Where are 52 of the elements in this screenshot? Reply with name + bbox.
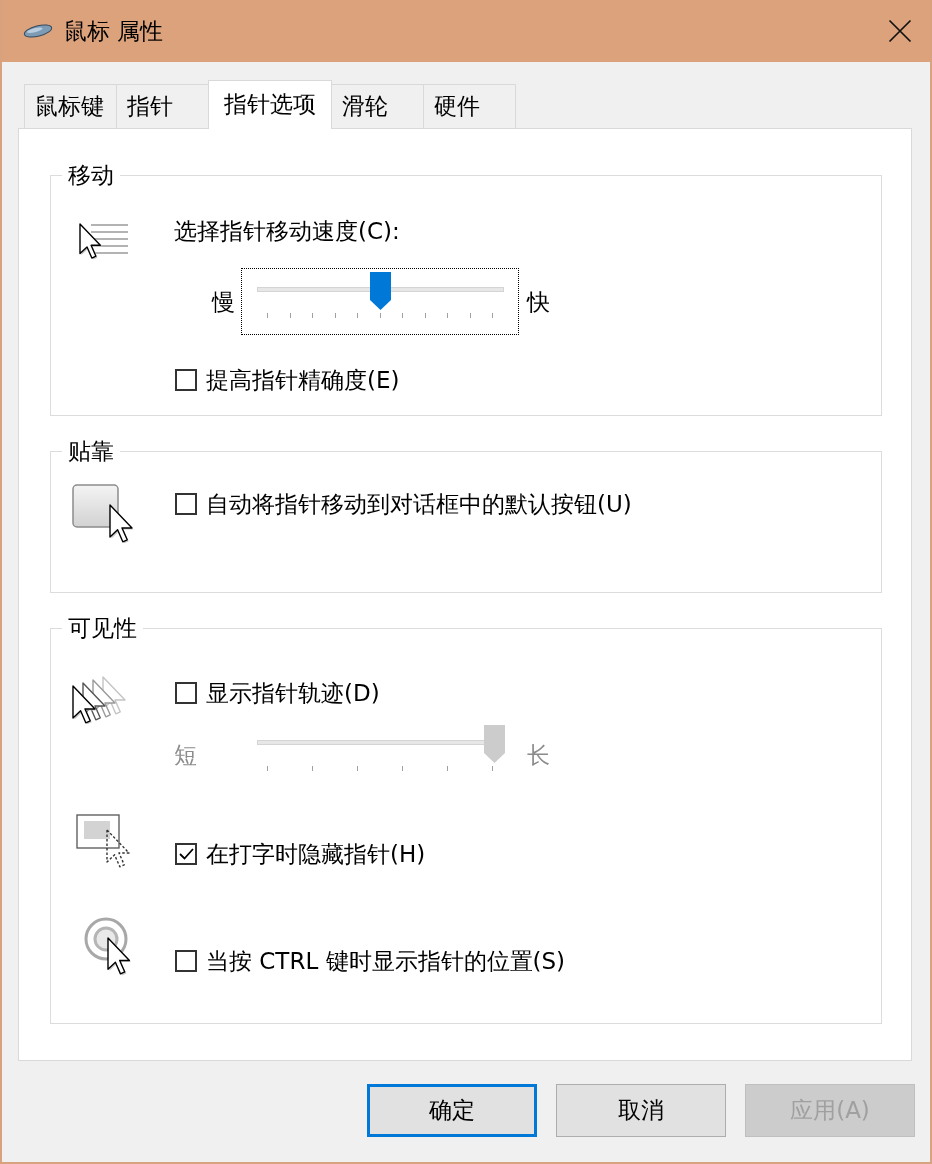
ok-button[interactable]: 确定	[367, 1084, 537, 1137]
slider-min-label: 慢	[212, 288, 235, 315]
checkmark-icon	[178, 848, 194, 860]
window-title: 鼠标 属性	[64, 16, 164, 46]
close-icon	[888, 19, 912, 43]
tick-mark	[357, 766, 358, 771]
tick-mark	[447, 766, 448, 771]
tick-mark	[357, 313, 358, 318]
group-title: 贴靠	[67, 438, 115, 464]
checkbox-label[interactable]: 提高指针精确度(E)	[206, 367, 400, 393]
slider-min-label: 短	[174, 741, 197, 768]
tick-mark	[424, 313, 426, 318]
checkbox[interactable]	[175, 369, 197, 391]
slider-caption: 选择指针移动速度(C):	[174, 218, 400, 244]
tick-mark	[289, 313, 291, 318]
tick-mark	[402, 766, 403, 771]
tick-mark	[492, 313, 493, 318]
tick-mark	[334, 313, 336, 318]
checkbox[interactable]	[175, 682, 197, 704]
checkbox-label[interactable]: 在打字时隐藏指针(H)	[206, 841, 426, 867]
tick-mark	[402, 313, 403, 318]
tick-mark	[267, 766, 268, 771]
checkbox[interactable]	[175, 843, 197, 865]
fast-cursor-icon	[78, 222, 130, 262]
mouse-icon	[22, 23, 54, 39]
slider[interactable]	[257, 272, 504, 310]
slider-thumb[interactable]	[370, 272, 391, 310]
checkbox[interactable]	[175, 950, 197, 972]
tick-mark	[267, 313, 268, 318]
button-cursor-icon	[72, 484, 135, 545]
tick-mark	[312, 313, 313, 318]
tick-mark	[312, 766, 313, 771]
tab[interactable]: 指针选项	[208, 80, 332, 129]
cancel-button[interactable]: 取消	[556, 1084, 726, 1137]
hidden-cursor-icon	[76, 814, 131, 869]
close-button[interactable]	[888, 19, 912, 43]
tick-mark	[469, 313, 471, 318]
slider[interactable]	[257, 725, 504, 763]
checkbox-label[interactable]: 当按 CTRL 键时显示指针的位置(S)	[206, 948, 566, 974]
checkbox[interactable]	[175, 493, 197, 515]
slider-max-label: 长	[527, 741, 550, 768]
group-title: 移动	[67, 162, 115, 188]
tab[interactable]: 鼠标键	[24, 84, 117, 128]
tick-mark	[379, 313, 381, 318]
tab[interactable]: 硬件	[423, 84, 516, 128]
group-title: 可见性	[67, 615, 138, 641]
slider-max-label: 快	[527, 288, 550, 315]
tick-mark	[492, 766, 493, 771]
checkbox-label[interactable]: 自动将指针移动到对话框中的默认按钮(U)	[206, 491, 632, 517]
checkbox-label[interactable]: 显示指针轨迹(D)	[206, 680, 380, 706]
tick-mark	[447, 313, 448, 318]
cursor-rings-icon	[84, 917, 134, 977]
